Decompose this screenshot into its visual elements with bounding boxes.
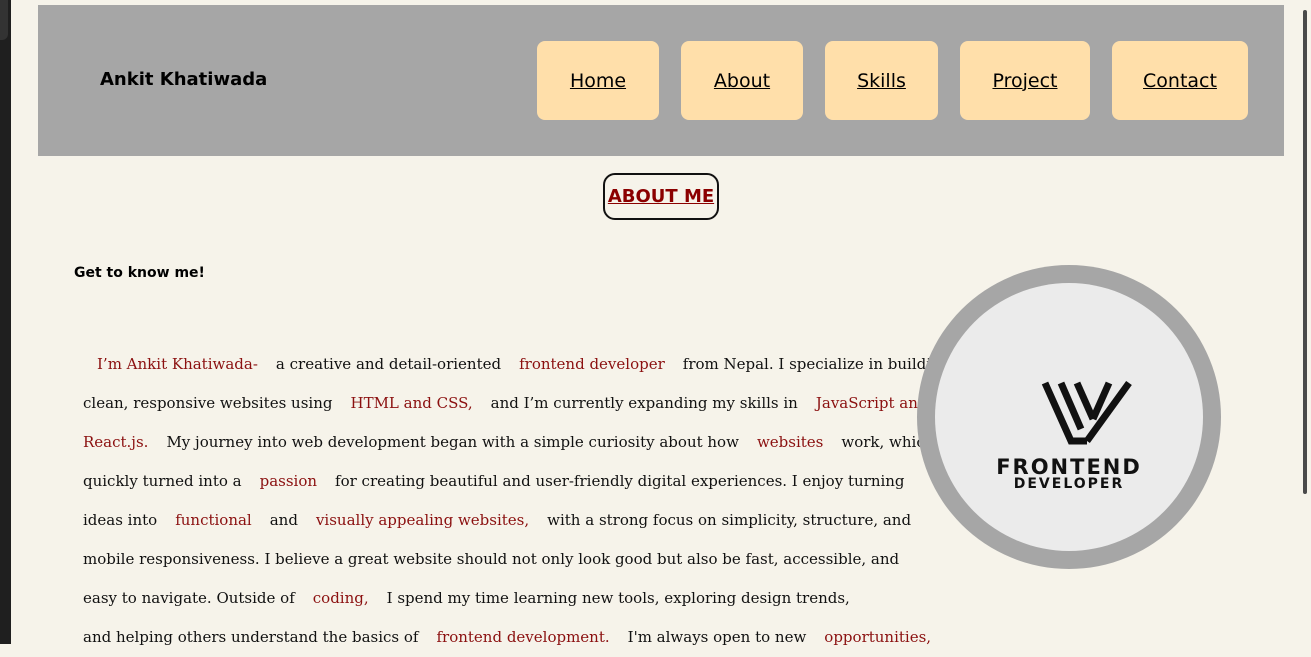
bio-line-1: I’m Ankit Khatiwada-a creative and detai… [83,345,950,384]
bio-highlight: frontend developer [519,355,665,373]
bio-text: easy to navigate. Outside of [83,589,295,607]
bio-highlight: frontend development. [436,628,610,646]
bio-text: and I’m currently expanding my skills in [490,394,798,412]
window-left-edge [0,0,11,644]
nav-skills[interactable]: Skills [825,41,938,120]
bio-text: from Nepal. I specialize in building [682,355,951,373]
profile-logo-inner: FRONTEND DEVELOPER [935,283,1203,551]
bio-text: and helping others understand the basics… [83,628,419,646]
nav-project[interactable]: Project [960,41,1090,120]
profile-logo-circle: FRONTEND DEVELOPER [917,265,1221,569]
bio-highlight: passion [259,472,318,490]
bio-text: I'm always open to new [627,628,807,646]
bio-highlight: functional [175,511,252,529]
nav-home[interactable]: Home [537,41,659,120]
scrollbar[interactable] [1303,10,1307,494]
bio-line-2: clean, responsive websites using HTML and… [83,384,927,423]
bio-highlight: HTML and CSS, [350,394,473,412]
about-me-heading: ABOUT ME [603,173,719,220]
bio-line-3: React.js. My journey into web development… [83,423,934,462]
bio-text: My journey into web development began wi… [166,433,739,451]
brand-name: Ankit Khatiwada [100,69,268,90]
bio-text: quickly turned into a [83,472,242,490]
bio-line-4: quickly turned into a passion for creating… [83,462,905,501]
bio-text: I spend my time learning new tools, expl… [386,589,850,607]
bio-line-6: mobile responsiveness. I believe a great… [83,550,900,568]
bio-text: and [269,511,298,529]
bio-line-5: ideas into functional and visually appealin… [83,501,911,540]
bio-text: ideas into [83,511,158,529]
section-subtitle: Get to know me! [74,265,205,281]
bio-paragraph: I’m Ankit Khatiwada-a creative and detai… [83,345,950,657]
nav-contact[interactable]: Contact [1112,41,1248,120]
bio-highlight: React.js. [83,433,149,451]
bio-highlight: I’m Ankit Khatiwada- [97,355,258,373]
logo-text-developer: DEVELOPER [1013,476,1125,492]
site-header: Ankit Khatiwada Home About Skills Projec… [38,5,1284,156]
bio-text: for creating beautiful and user-friendly… [335,472,905,490]
bio-text: a creative and detail-oriented [275,355,502,373]
nav-about[interactable]: About [681,41,803,120]
bio-highlight: opportunities, [824,628,932,646]
bio-text: with a strong focus on simplicity, struc… [547,511,912,529]
bio-line-7: easy to navigate. Outside of coding, I spe… [83,579,903,618]
bio-highlight: visually appealing websites, [315,511,530,529]
bio-text: clean, responsive websites using [83,394,333,412]
bio-highlight: coding, [312,589,369,607]
bio-line-8: and helping others understand the basics… [83,618,931,657]
bio-highlight: JavaScript and [815,394,928,412]
bio-highlight: websites [756,433,824,451]
frontend-developer-logo-icon [1041,380,1132,445]
